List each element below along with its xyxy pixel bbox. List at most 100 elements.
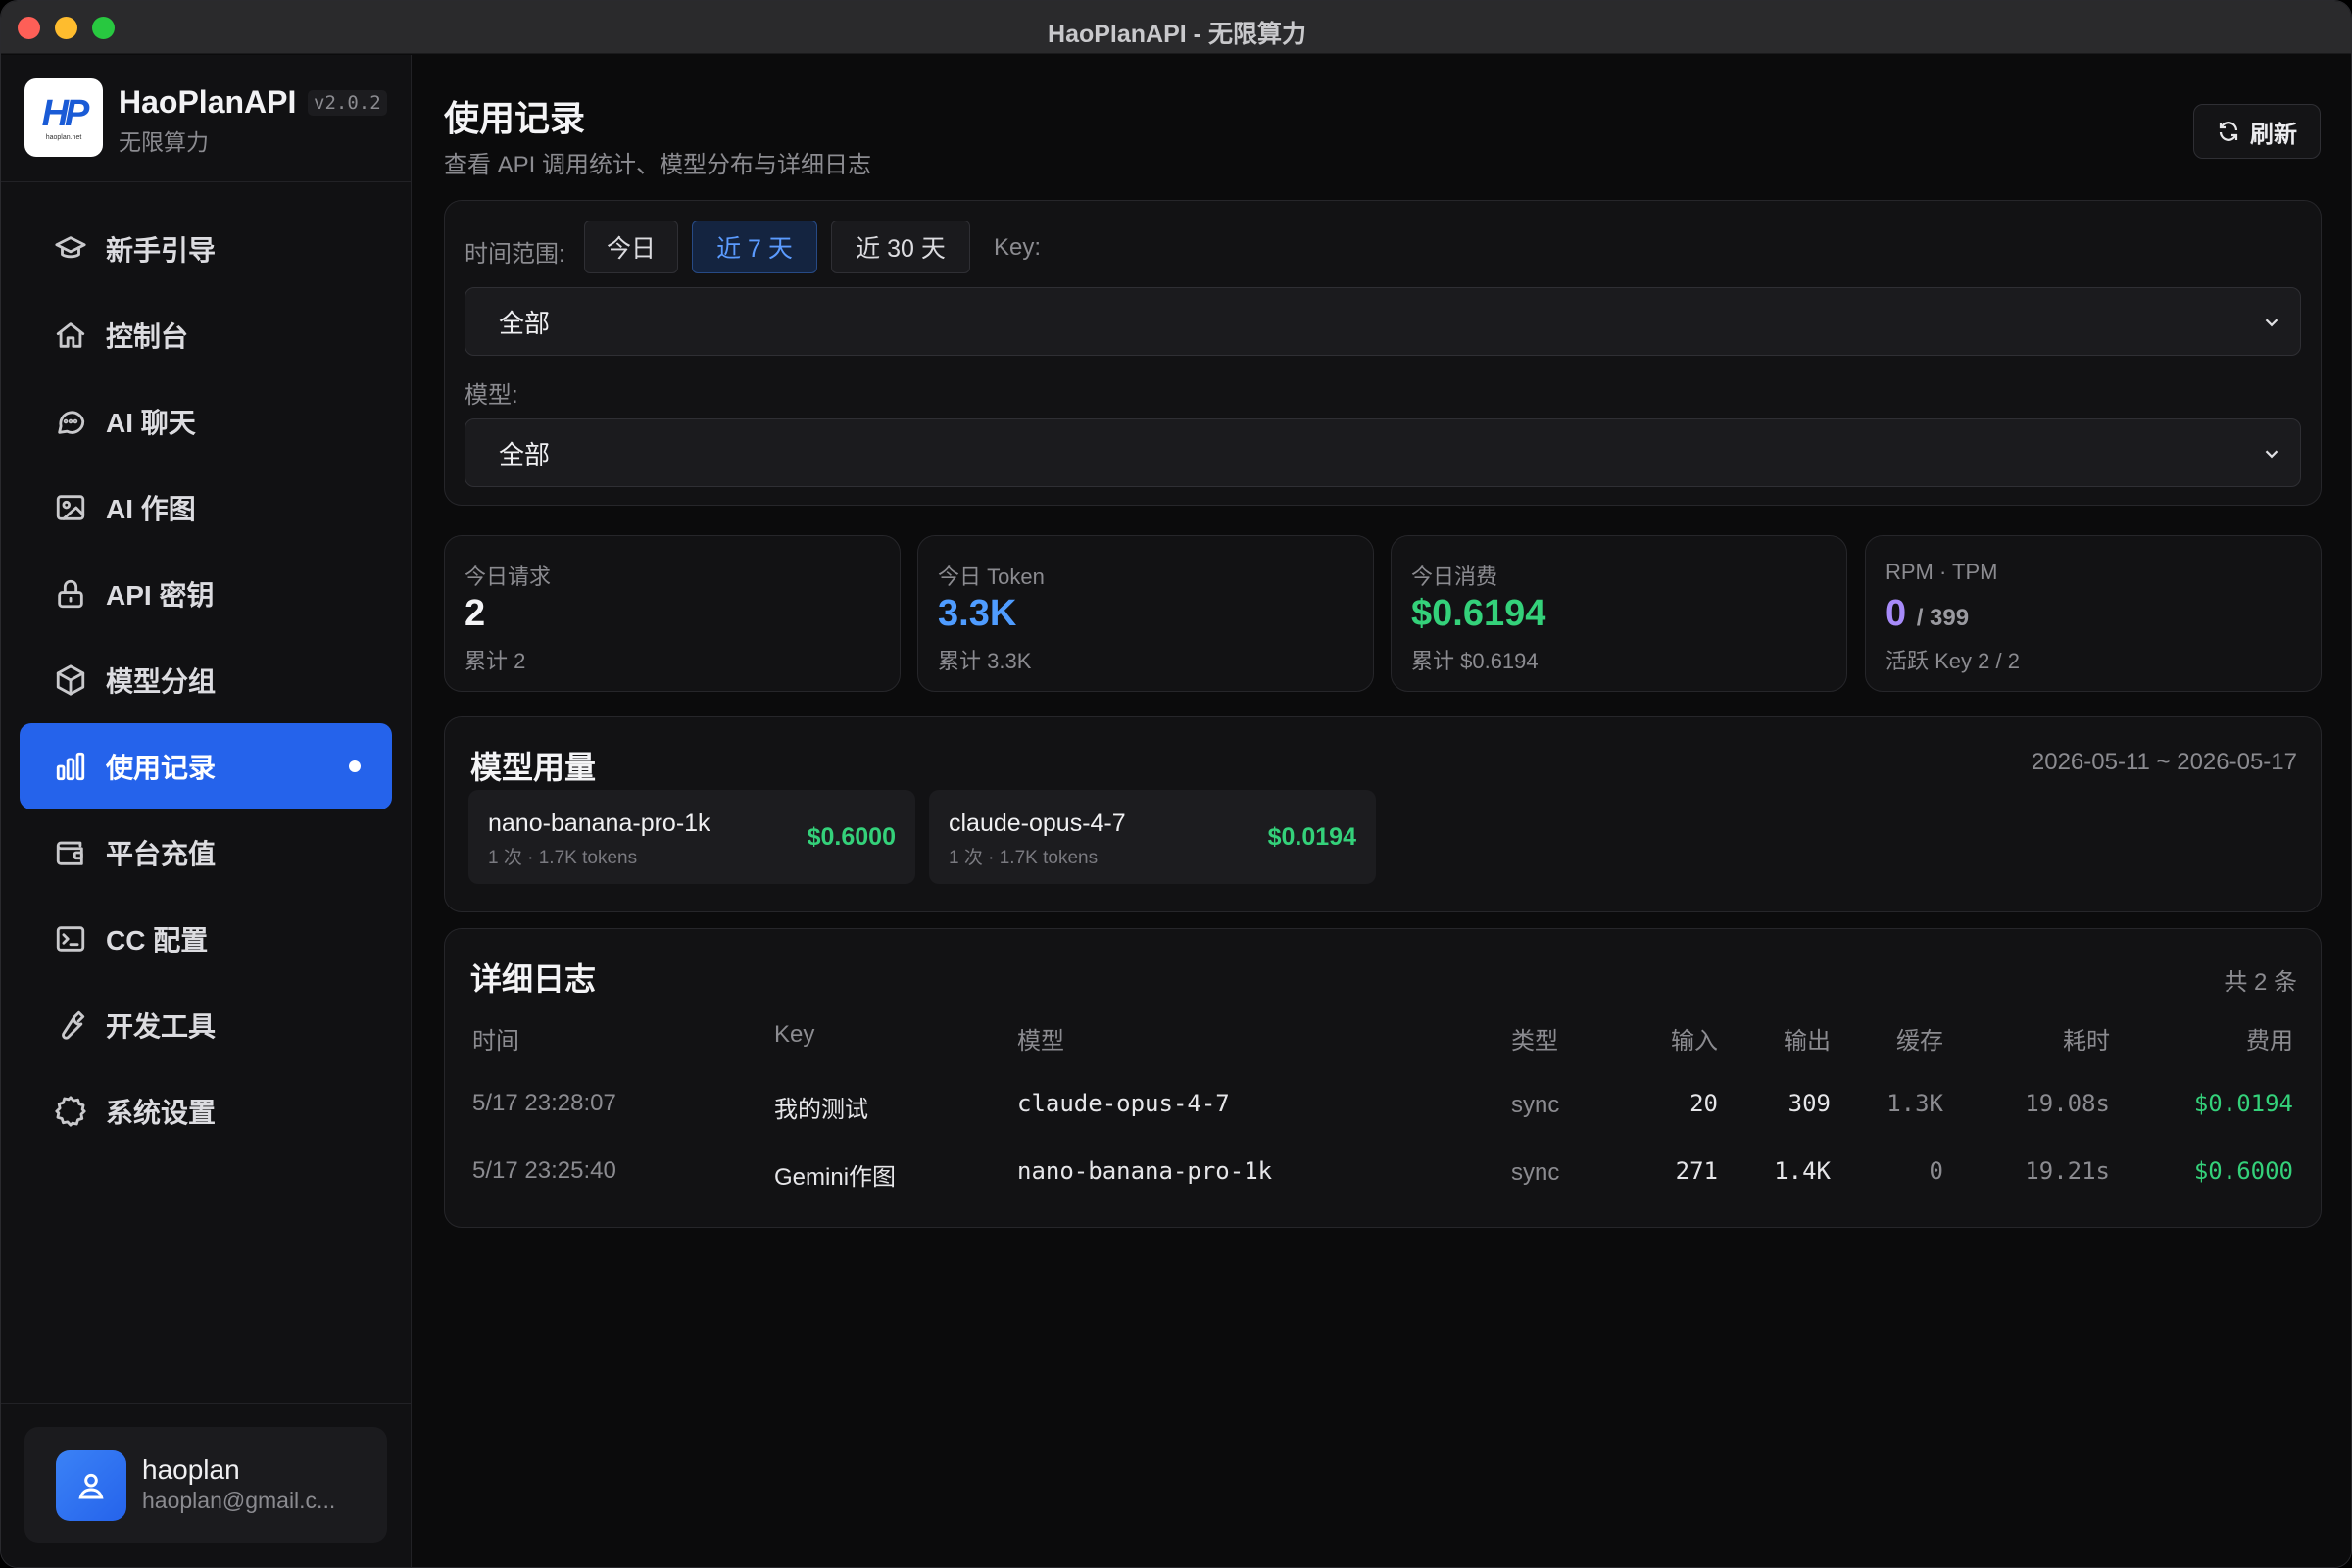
- cell-time: 5/17 23:25:40: [472, 1157, 616, 1184]
- sidebar-item-guide[interactable]: 新手引导: [20, 206, 392, 292]
- gear-icon: [53, 1094, 88, 1129]
- log-count: 共 2 条: [2224, 969, 2297, 996]
- col-duration: 耗时: [2063, 1028, 2110, 1054]
- stat-card-cost: 今日消费 $0.6194 累计 $0.6194: [1391, 535, 1847, 692]
- key-select[interactable]: 全部: [465, 287, 2301, 356]
- chat-bubble-icon: [53, 404, 88, 439]
- sidebar-item-label: CC 配置: [106, 925, 209, 956]
- wallet-icon: [53, 835, 88, 870]
- cell-input: 271: [1675, 1157, 1718, 1185]
- sidebar-item-ai-chat[interactable]: AI 聊天: [20, 378, 392, 465]
- main-content: 使用记录 查看 API 调用统计、模型分布与详细日志 刷新 时间范围: 今日 近…: [413, 55, 2351, 1567]
- usage-date-range: 2026-05-11 ~ 2026-05-17: [2031, 749, 2297, 775]
- stat-label: 今日请求: [465, 564, 552, 589]
- stat-card-requests: 今日请求 2 累计 2: [444, 535, 901, 692]
- sidebar-item-console[interactable]: 控制台: [20, 292, 392, 378]
- cell-cost: $0.0194: [2193, 1090, 2293, 1117]
- stat-label: 今日消费: [1411, 564, 1498, 589]
- cell-type: sync: [1511, 1159, 1560, 1186]
- active-indicator-dot: [349, 760, 361, 772]
- image-icon: [53, 490, 88, 525]
- cell-duration: 19.21s: [2025, 1157, 2110, 1185]
- cell-cache: 0: [1929, 1157, 1943, 1185]
- sidebar-item-ai-image[interactable]: AI 作图: [20, 465, 392, 551]
- model-usage-panel: 模型用量 2026-05-11 ~ 2026-05-17 nano-banana…: [444, 716, 2322, 912]
- stat-sub: 累计 2: [465, 649, 526, 673]
- cell-cache: 1.3K: [1886, 1090, 1943, 1117]
- cell-time: 5/17 23:28:07: [472, 1090, 616, 1116]
- brand-subtitle: 无限算力: [119, 129, 209, 155]
- sidebar-item-model-groups[interactable]: 模型分组: [20, 637, 392, 723]
- user-profile-card[interactable]: haoplan haoplan@gmail.c...: [24, 1427, 387, 1543]
- sidebar-item-label: AI 聊天: [106, 408, 196, 438]
- sidebar-item-recharge[interactable]: 平台充值: [20, 809, 392, 896]
- sidebar-item-label: 系统设置: [106, 1098, 217, 1128]
- cell-output: 1.4K: [1774, 1157, 1831, 1185]
- col-time: 时间: [472, 1028, 519, 1054]
- key-select-value: 全部: [499, 308, 551, 338]
- refresh-icon: [2219, 122, 2238, 141]
- wrench-icon: [53, 1007, 88, 1043]
- cell-input: 20: [1690, 1090, 1718, 1117]
- sidebar-item-label: 平台充值: [106, 839, 217, 869]
- col-type: 类型: [1511, 1028, 1558, 1054]
- lock-icon: [53, 576, 88, 612]
- brand-logo: HP haoplan.net: [24, 78, 103, 157]
- chevron-down-icon: [2265, 450, 2278, 459]
- sidebar-item-label: 控制台: [106, 321, 189, 352]
- stat-label: 今日 Token: [938, 564, 1045, 589]
- sidebar-item-settings[interactable]: 系统设置: [20, 1068, 392, 1154]
- page-title: 使用记录: [444, 98, 586, 138]
- model-meta: 1 次 · 1.7K tokens: [488, 848, 638, 868]
- window-title: HaoPlanAPI - 无限算力: [1048, 21, 1306, 48]
- model-usage-title: 模型用量: [470, 750, 597, 785]
- cell-output: 309: [1788, 1090, 1831, 1117]
- user-icon: [78, 1473, 104, 1499]
- stat-sub: 累计 $0.6194: [1411, 649, 1539, 673]
- sidebar: HP haoplan.net HaoPlanAPI v2.0.2 无限算力 新手…: [1, 55, 412, 1567]
- brand-header: HP haoplan.net HaoPlanAPI v2.0.2 无限算力: [1, 55, 412, 182]
- range-today-button[interactable]: 今日: [584, 220, 678, 273]
- stat-label: RPM · TPM: [1886, 560, 1998, 584]
- refresh-button[interactable]: 刷新: [2193, 104, 2321, 159]
- chevron-down-icon: [2265, 318, 2278, 327]
- user-divider: [1, 1403, 412, 1404]
- brand-name: HaoPlanAPI: [119, 84, 297, 120]
- sidebar-item-api-keys[interactable]: API 密钥: [20, 551, 392, 637]
- col-model: 模型: [1017, 1028, 1064, 1054]
- app-window: HaoPlanAPI - 无限算力 HP haoplan.net HaoPlan…: [0, 0, 2352, 1568]
- sidebar-item-dev-tools[interactable]: 开发工具: [20, 982, 392, 1068]
- model-usage-item[interactable]: claude-opus-4-7 1 次 · 1.7K tokens $0.019…: [929, 790, 1376, 884]
- model-select-value: 全部: [499, 439, 551, 469]
- key-filter-label: Key:: [994, 234, 1042, 261]
- graduation-cap-icon: [53, 231, 88, 267]
- bar-chart-icon: [53, 749, 88, 784]
- stat-card-tokens: 今日 Token 3.3K 累计 3.3K: [917, 535, 1374, 692]
- model-select[interactable]: 全部: [465, 418, 2301, 487]
- stat-sub: 活跃 Key 2 / 2: [1886, 649, 2020, 673]
- sidebar-item-label: 新手引导: [106, 235, 217, 266]
- detailed-log-panel: 详细日志 共 2 条 时间 Key 模型 类型 输入 输出 缓存 耗时 费用 5…: [444, 928, 2322, 1228]
- brand-logo-domain: haoplan.net: [45, 133, 82, 141]
- col-cost: 费用: [2246, 1028, 2293, 1054]
- range-7-days-button[interactable]: 近 7 天: [692, 220, 817, 273]
- sidebar-item-label: 模型分组: [106, 666, 217, 697]
- model-cost: $0.0194: [1267, 823, 1356, 851]
- range-30-days-button[interactable]: 近 30 天: [831, 220, 970, 273]
- cell-cost: $0.6000: [2193, 1157, 2293, 1185]
- col-output: 输出: [1784, 1028, 1831, 1054]
- stat-value: 3.3K: [938, 593, 1017, 634]
- user-name: haoplan: [142, 1454, 240, 1485]
- sidebar-item-cc-config[interactable]: CC 配置: [20, 896, 392, 982]
- cell-model: nano-banana-pro-1k: [1017, 1157, 1273, 1185]
- cell-key: 我的测试: [774, 1097, 868, 1123]
- stat-value: $0.6194: [1411, 593, 1546, 634]
- model-cost: $0.6000: [807, 823, 896, 851]
- model-usage-item[interactable]: nano-banana-pro-1k 1 次 · 1.7K tokens $0.…: [468, 790, 915, 884]
- stat-value: 2: [465, 593, 486, 634]
- sidebar-nav: 新手引导 控制台 AI 聊天 AI 作图 API 密钥 模型分组 使用记录 平台…: [20, 206, 392, 1154]
- terminal-icon: [53, 921, 88, 956]
- sidebar-item-usage-records[interactable]: 使用记录: [20, 723, 392, 809]
- stat-card-rpm-tpm: RPM · TPM 0 / 399 活跃 Key 2 / 2: [1865, 535, 2322, 692]
- model-meta: 1 次 · 1.7K tokens: [949, 848, 1099, 868]
